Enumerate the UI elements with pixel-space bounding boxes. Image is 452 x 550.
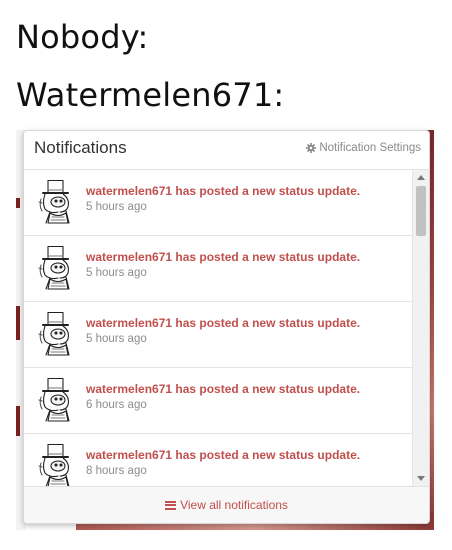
notification-timestamp: 8 hours ago [86,465,147,477]
view-all-label: View all notifications [180,498,288,512]
notification-message: watermelen671 has posted a new status up… [86,382,361,396]
top-hat-character-avatar-icon [36,245,76,291]
notification-message: watermelen671 has posted a new status up… [86,184,361,198]
notification-item[interactable]: watermelen671 has posted a new status up… [24,434,412,486]
notification-settings-label: Notification Settings [319,142,421,154]
notification-settings-link[interactable]: Notification Settings [306,142,421,154]
notifications-dropdown: Notifications Notification Settings wate… [23,130,430,524]
notification-timestamp: 5 hours ago [86,201,147,213]
notification-text: watermelen671 has posted a new status up… [86,184,360,213]
caption-watermelen: Watermelen671: [16,76,285,114]
top-hat-character-avatar-icon [36,443,76,486]
dropdown-header: Notifications Notification Settings [24,131,429,170]
notification-item[interactable]: watermelen671 has posted a new status up… [24,302,412,368]
notification-message: watermelen671 has posted a new status up… [86,448,361,462]
notification-item[interactable]: watermelen671 has posted a new status up… [24,170,412,236]
scroll-down-arrow-icon[interactable] [417,476,425,481]
notification-message: watermelen671 has posted a new status up… [86,316,361,330]
background-accent-bar [16,306,20,340]
notification-scrollbar[interactable] [412,170,429,486]
gear-icon [306,143,317,153]
background-accent-bar [16,198,20,208]
list-icon [165,500,177,510]
notification-timestamp: 5 hours ago [86,267,147,279]
notification-timestamp: 5 hours ago [86,333,147,345]
notification-message: watermelen671 has posted a new status up… [86,250,361,264]
top-hat-character-avatar-icon [36,179,76,225]
dropdown-title: Notifications [34,138,127,157]
scroll-thumb[interactable] [416,186,426,236]
notification-list[interactable]: watermelen671 has posted a new status up… [24,170,412,486]
caption-nobody: Nobody: [16,18,149,56]
notification-text: watermelen671 has posted a new status up… [86,316,360,345]
view-all-notifications-link[interactable]: View all notifications [24,486,429,523]
notification-item[interactable]: watermelen671 has posted a new status up… [24,368,412,434]
notification-item[interactable]: watermelen671 has posted a new status up… [24,236,412,302]
notification-text: watermelen671 has posted a new status up… [86,250,360,279]
background-accent-bar [16,406,20,436]
top-hat-character-avatar-icon [36,377,76,423]
notification-text: watermelen671 has posted a new status up… [86,382,360,411]
top-hat-character-avatar-icon [36,311,76,357]
scroll-up-arrow-icon[interactable] [417,175,425,180]
notification-text: watermelen671 has posted a new status up… [86,448,360,477]
notification-timestamp: 6 hours ago [86,399,147,411]
